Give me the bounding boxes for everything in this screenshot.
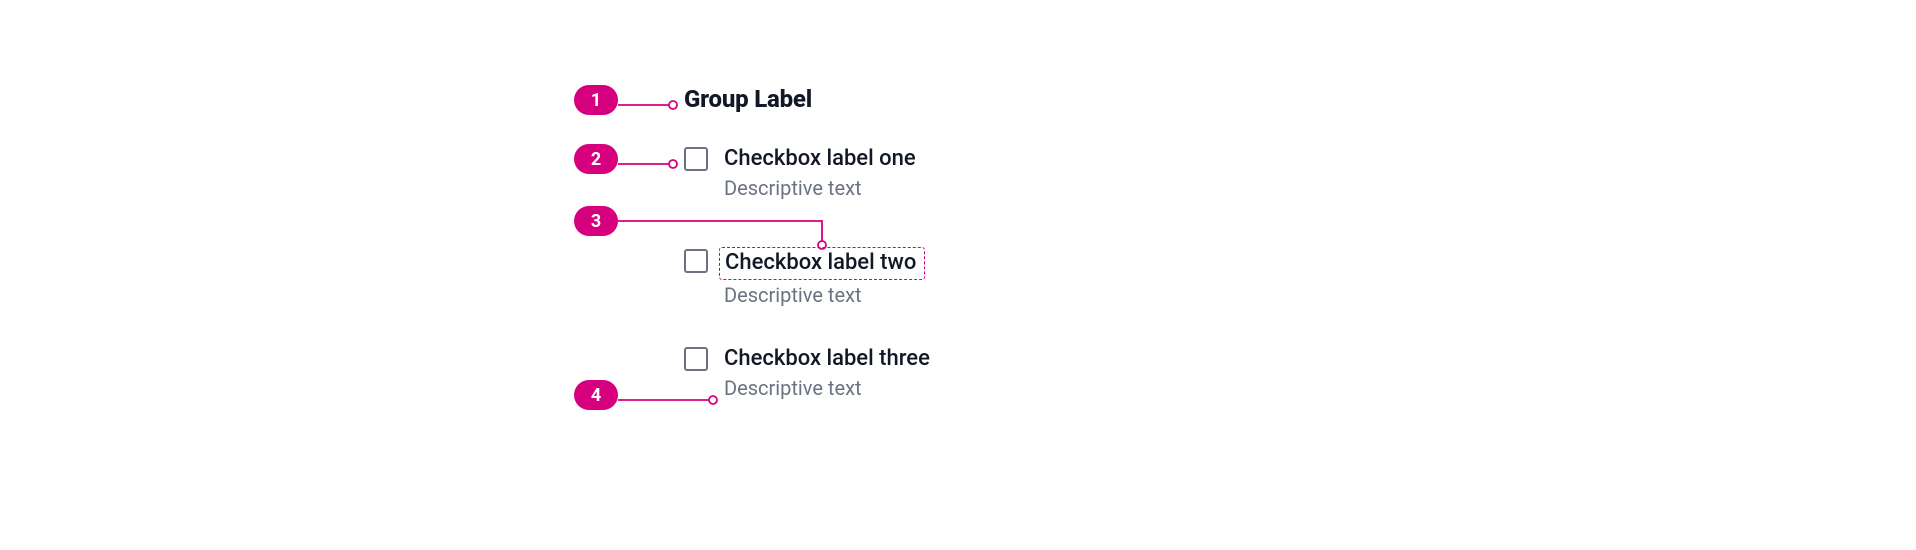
checkbox-texts-2: Checkbox label two Descriptive text xyxy=(724,247,925,308)
checkbox-row-3: Checkbox label three Descriptive text xyxy=(684,345,930,401)
annotation-leader-1 xyxy=(618,95,678,105)
annotation-badge-4: 4 xyxy=(574,380,618,410)
group-label: Group Label xyxy=(684,85,812,113)
checkbox-description-3: Descriptive text xyxy=(724,375,930,401)
annotation-badge-3: 3 xyxy=(574,206,618,236)
checkbox-texts-1: Checkbox label one Descriptive text xyxy=(724,145,916,201)
annotation-badge-4-number: 4 xyxy=(591,385,601,406)
checkbox-label-2[interactable]: Checkbox label two xyxy=(719,247,925,280)
annotation-leader-2 xyxy=(618,154,678,164)
checkbox-label-1[interactable]: Checkbox label one xyxy=(724,145,916,173)
checkbox-description-2: Descriptive text xyxy=(724,282,925,308)
annotation-badge-2-number: 2 xyxy=(591,149,601,170)
checkbox-row-2: Checkbox label two Descriptive text xyxy=(684,247,925,308)
checkbox-input-1[interactable] xyxy=(684,147,708,171)
annotation-badge-3-number: 3 xyxy=(591,211,601,232)
checkbox-label-3[interactable]: Checkbox label three xyxy=(724,345,930,373)
annotation-badge-1-number: 1 xyxy=(591,90,601,111)
annotation-badge-1: 1 xyxy=(574,85,618,115)
checkbox-row-1: Checkbox label one Descriptive text xyxy=(684,145,916,201)
annotation-badge-2: 2 xyxy=(574,144,618,174)
checkbox-input-2[interactable] xyxy=(684,249,708,273)
checkbox-description-1: Descriptive text xyxy=(724,175,916,201)
checkbox-texts-3: Checkbox label three Descriptive text xyxy=(724,345,930,401)
checkbox-input-3[interactable] xyxy=(684,347,708,371)
